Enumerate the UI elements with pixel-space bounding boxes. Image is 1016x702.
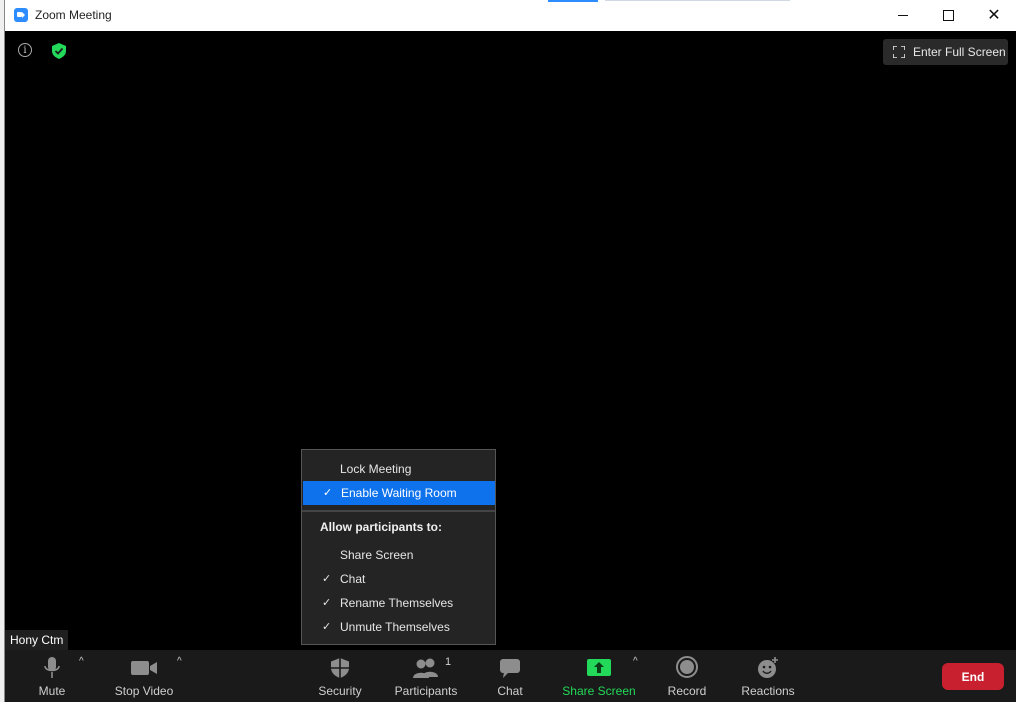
title-accent-line: [605, 0, 790, 1]
participants-label: Participants: [394, 684, 458, 698]
record-button[interactable]: Record: [666, 650, 708, 702]
menu-item-lock-meeting[interactable]: Lock Meeting: [302, 457, 495, 481]
checkmark-icon: ✓: [322, 573, 332, 585]
menu-item-chat[interactable]: ✓ Chat: [302, 567, 495, 591]
stop-video-button[interactable]: Stop Video: [110, 650, 178, 702]
title-bar: Zoom Meeting ✕: [5, 0, 1016, 31]
maximize-button[interactable]: [925, 0, 971, 31]
unmute-option-label: Unmute Themselves: [340, 620, 450, 634]
security-button[interactable]: Security: [315, 650, 365, 702]
title-accent: [548, 0, 598, 2]
menu-divider: [302, 510, 495, 512]
share-screen-label: Share Screen: [562, 684, 636, 698]
maximize-icon: [942, 10, 954, 21]
audio-options-caret-icon[interactable]: ^: [79, 656, 84, 667]
checkmark-icon: ✓: [322, 621, 332, 633]
info-icon[interactable]: i: [18, 43, 32, 57]
share-options-caret-icon[interactable]: ^: [633, 656, 638, 667]
fullscreen-label: Enter Full Screen: [913, 45, 1006, 59]
minimize-icon: [898, 15, 908, 16]
stop-video-label: Stop Video: [114, 684, 174, 698]
enter-full-screen-button[interactable]: Enter Full Screen: [883, 39, 1008, 65]
security-shield-icon: [331, 658, 349, 678]
mute-label: Mute: [38, 684, 66, 698]
share-screen-button[interactable]: Share Screen: [561, 650, 637, 702]
menu-item-unmute-themselves[interactable]: ✓ Unmute Themselves: [302, 615, 495, 639]
close-icon: ✕: [987, 6, 1001, 24]
mute-button[interactable]: Mute: [35, 650, 69, 702]
reactions-icon: [758, 657, 778, 678]
video-camera-icon: [131, 661, 157, 675]
security-menu: Lock Meeting ✓ Enable Waiting Room Allow…: [301, 449, 496, 645]
record-icon: [676, 656, 698, 678]
rename-option-label: Rename Themselves: [340, 596, 454, 610]
participants-icon-wrap: 1: [411, 654, 451, 682]
zoom-app-icon: [14, 8, 28, 22]
chat-label: Chat: [497, 684, 523, 698]
enable-waiting-room-label: Enable Waiting Room: [341, 486, 457, 500]
meeting-toolbar: Mute Stop Video Security 1 Participants …: [5, 650, 1016, 702]
menu-item-enable-waiting-room[interactable]: ✓ Enable Waiting Room: [303, 481, 495, 505]
chat-button[interactable]: Chat: [495, 650, 525, 702]
participants-button[interactable]: 1 Participants: [393, 650, 459, 702]
record-label: Record: [667, 684, 707, 698]
reactions-label: Reactions: [741, 684, 795, 698]
share-screen-option-label: Share Screen: [340, 548, 414, 562]
participants-count: 1: [445, 656, 452, 668]
chat-bubble-icon: [500, 659, 520, 678]
end-meeting-button[interactable]: End: [942, 663, 1004, 690]
checkmark-icon: ✓: [322, 597, 332, 609]
share-screen-icon: [587, 659, 611, 676]
participants-icon: [413, 658, 438, 678]
menu-item-rename-themselves[interactable]: ✓ Rename Themselves: [302, 591, 495, 615]
reactions-button[interactable]: Reactions: [740, 650, 796, 702]
video-options-caret-icon[interactable]: ^: [177, 656, 182, 667]
allow-participants-header: Allow participants to:: [320, 520, 443, 534]
checkmark-icon: ✓: [323, 487, 333, 499]
minimize-button[interactable]: [880, 0, 926, 31]
close-button[interactable]: ✕: [971, 0, 1016, 31]
microphone-icon: [44, 657, 60, 678]
chat-option-label: Chat: [340, 572, 366, 586]
participant-name-tag: Hony Ctm: [5, 630, 69, 650]
lock-meeting-label: Lock Meeting: [340, 462, 412, 476]
menu-item-share-screen[interactable]: Share Screen: [302, 543, 495, 567]
security-label: Security: [318, 684, 362, 698]
shield-icon[interactable]: [52, 43, 66, 59]
window-title: Zoom Meeting: [35, 8, 112, 22]
fullscreen-icon: [893, 46, 905, 58]
zoom-window: Zoom Meeting ✕ i Enter Full Screen Hony …: [4, 0, 1016, 702]
